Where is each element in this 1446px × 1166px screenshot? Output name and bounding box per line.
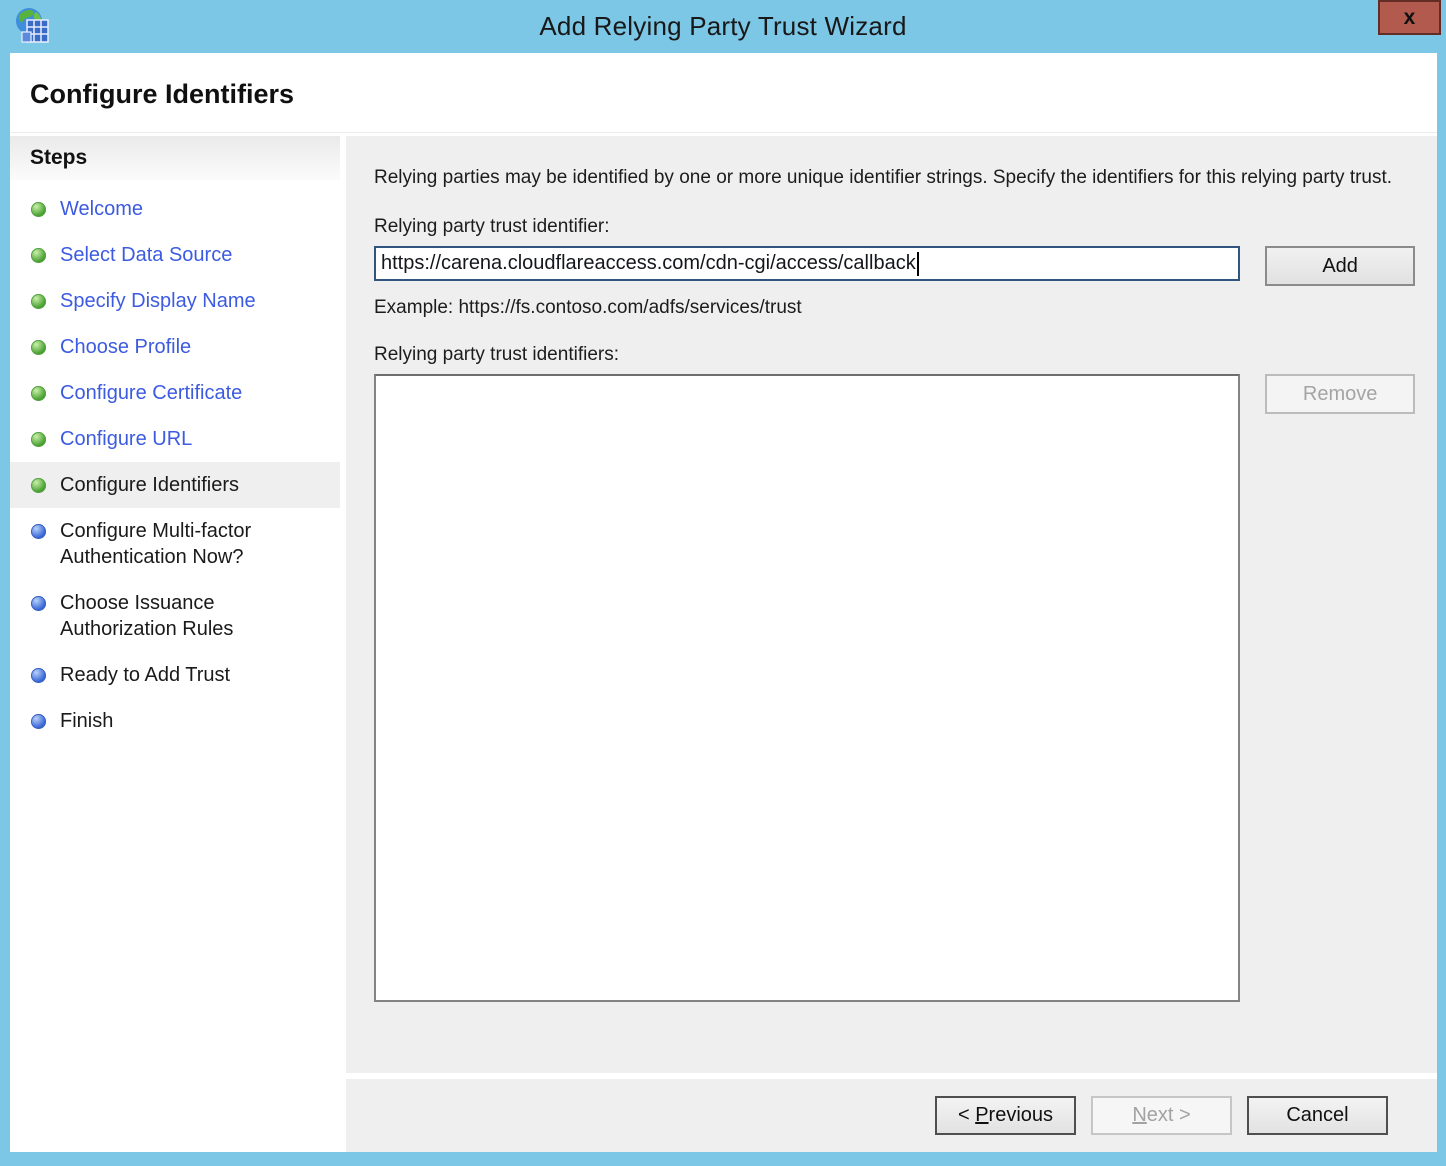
footer-bar: < Previous Next > Cancel <box>346 1079 1437 1152</box>
steps-heading: Steps <box>10 136 340 180</box>
step-welcome[interactable]: Welcome <box>10 186 340 232</box>
step-specify-display-name[interactable]: Specify Display Name <box>10 278 340 324</box>
step-pending-icon <box>31 714 46 729</box>
previous-button[interactable]: < Previous <box>935 1096 1076 1135</box>
next-button[interactable]: Next > <box>1091 1096 1232 1135</box>
step-done-icon <box>31 478 46 493</box>
step-pending-icon <box>31 668 46 683</box>
identifiers-listbox[interactable] <box>374 374 1241 1002</box>
dialog-surface: Configure Identifiers Steps Welcome Sele… <box>10 53 1437 1152</box>
step-done-icon <box>31 432 46 447</box>
step-pending-icon <box>31 596 46 611</box>
titlebar: Add Relying Party Trust Wizard x <box>0 0 1446 53</box>
step-ready-to-add-trust: Ready to Add Trust <box>10 652 340 698</box>
steps-list: Welcome Select Data Source Specify Displ… <box>10 186 340 744</box>
step-done-icon <box>31 202 46 217</box>
step-done-icon <box>31 340 46 355</box>
wizard-window: Add Relying Party Trust Wizard x Configu… <box>0 0 1446 1166</box>
close-button[interactable]: x <box>1378 0 1441 35</box>
step-finish: Finish <box>10 698 340 744</box>
identifier-input-value: https://carena.cloudflareaccess.com/cdn-… <box>381 252 916 274</box>
add-button[interactable]: Add <box>1265 246 1415 286</box>
identifier-field-label: Relying party trust identifier: <box>374 216 610 237</box>
step-configure-url[interactable]: Configure URL <box>10 416 340 462</box>
identifier-input[interactable]: https://carena.cloudflareaccess.com/cdn-… <box>374 246 1241 281</box>
window-title: Add Relying Party Trust Wizard <box>539 11 907 41</box>
step-select-data-source[interactable]: Select Data Source <box>10 232 340 278</box>
step-choose-issuance-rules: Choose Issuance Authorization Rules <box>10 580 340 652</box>
content-panel: Relying parties may be identified by one… <box>346 136 1437 1073</box>
step-done-icon <box>31 248 46 263</box>
step-configure-mfa: Configure Multi-factor Authentication No… <box>10 508 340 580</box>
step-configure-identifiers: Configure Identifiers <box>10 462 340 508</box>
step-done-icon <box>31 294 46 309</box>
adfs-app-icon <box>16 8 49 43</box>
remove-button[interactable]: Remove <box>1265 374 1415 414</box>
step-pending-icon <box>31 524 46 539</box>
page-description: Relying parties may be identified by one… <box>374 167 1393 188</box>
example-text: Example: https://fs.contoso.com/adfs/ser… <box>374 297 802 318</box>
page-header: Configure Identifiers <box>10 53 1437 133</box>
text-caret <box>916 251 919 276</box>
step-done-icon <box>31 386 46 401</box>
cancel-button[interactable]: Cancel <box>1247 1096 1388 1135</box>
step-configure-certificate[interactable]: Configure Certificate <box>10 370 340 416</box>
identifiers-list-label: Relying party trust identifiers: <box>374 344 619 365</box>
steps-sidebar: Steps Welcome Select Data Source Specify… <box>10 136 340 1152</box>
page-title: Configure Identifiers <box>30 79 295 109</box>
close-icon: x <box>1403 6 1416 29</box>
step-choose-profile[interactable]: Choose Profile <box>10 324 340 370</box>
